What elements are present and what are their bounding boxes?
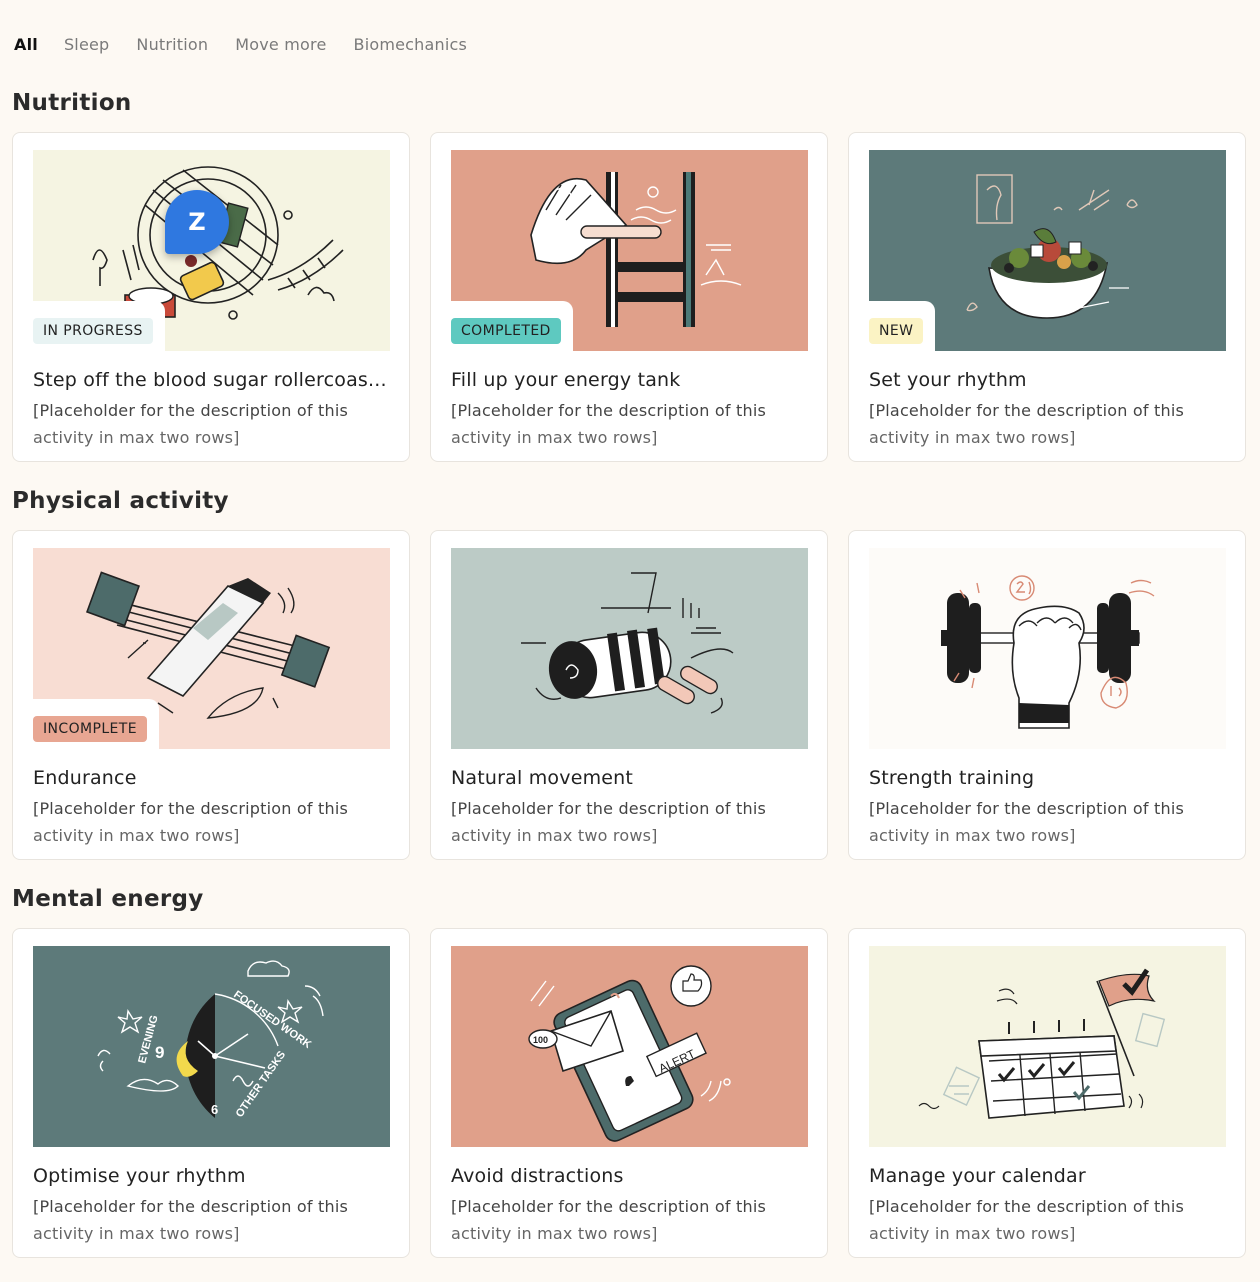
badge-container: IN PROGRESS <box>33 301 165 351</box>
card-description-line1: [Placeholder for the description of this <box>451 401 766 420</box>
status-badge: IN PROGRESS <box>33 318 153 344</box>
card-description-line1: [Placeholder for the description of this <box>33 1197 348 1216</box>
tab-all[interactable]: All <box>14 35 38 54</box>
card-description-line1: [Placeholder for the description of this <box>869 1197 1184 1216</box>
card-description: [Placeholder for the description of this… <box>33 795 383 849</box>
card-title: Endurance <box>33 767 137 789</box>
card-description: [Placeholder for the description of this… <box>451 397 801 451</box>
card-description: [Placeholder for the description of this… <box>451 1193 801 1247</box>
activity-card-manage-calendar[interactable]: Manage your calendar [Placeholder for th… <box>848 928 1246 1258</box>
section-title-nutrition: Nutrition <box>12 90 132 116</box>
chat-bubble-icon[interactable]: Z <box>165 190 229 254</box>
tab-nutrition[interactable]: Nutrition <box>136 35 208 54</box>
activity-card-set-rhythm[interactable]: NEW Set your rhythm [Placeholder for the… <box>848 132 1246 462</box>
card-description-line2: activity in max two rows] <box>33 428 240 447</box>
card-title: Set your rhythm <box>869 369 1027 391</box>
card-description-line1: [Placeholder for the description of this <box>451 1197 766 1216</box>
card-description-line2: activity in max two rows] <box>451 826 658 845</box>
badge-container: NEW <box>869 301 936 351</box>
card-title: Fill up your energy tank <box>451 369 681 391</box>
activity-card-rollercoaster[interactable]: Z IN PROGRESS Step off the blood sugar r… <box>12 132 410 462</box>
tab-move-more[interactable]: Move more <box>235 35 326 54</box>
card-title: Step off the blood sugar rollercoas... <box>33 369 387 391</box>
clock-six-label: 6 <box>211 1102 218 1117</box>
card-description-line2: activity in max two rows] <box>33 1224 240 1243</box>
card-description: [Placeholder for the description of this… <box>869 1193 1219 1247</box>
card-description: [Placeholder for the description of this… <box>33 397 383 451</box>
activity-card-avoid-distractions[interactable]: 100 ALERT Avoid distractions [Placeholde… <box>430 928 828 1258</box>
card-description-line2: activity in max two rows] <box>33 826 240 845</box>
activity-card-natural-movement[interactable]: Natural movement [Placeholder for the de… <box>430 530 828 860</box>
status-badge: COMPLETED <box>451 318 561 344</box>
chat-bubble-letter: Z <box>188 208 206 236</box>
card-description-line1: [Placeholder for the description of this <box>869 799 1184 818</box>
card-description: [Placeholder for the description of this… <box>451 795 801 849</box>
tab-biomechanics[interactable]: Biomechanics <box>354 35 468 54</box>
card-description-line2: activity in max two rows] <box>869 1224 1076 1243</box>
activity-card-strength-training[interactable]: Strength training [Placeholder for the d… <box>848 530 1246 860</box>
card-title: Optimise your rhythm <box>33 1165 246 1187</box>
card-description-line1: [Placeholder for the description of this <box>33 401 348 420</box>
card-description-line1: [Placeholder for the description of this <box>451 799 766 818</box>
counter-label: 100 <box>533 1035 548 1045</box>
status-badge: INCOMPLETE <box>33 716 147 742</box>
other-tasks-label: OTHER TASKS <box>234 1049 289 1120</box>
day-clock-illustration-icon: EVENING FOCUSED WORK OTHER TASKS 9 6 <box>33 946 390 1147</box>
card-title: Avoid distractions <box>451 1165 624 1187</box>
card-title: Natural movement <box>451 767 634 789</box>
clock-nine-label: 9 <box>155 1043 164 1062</box>
badge-container: COMPLETED <box>451 301 573 351</box>
dumbbell-illustration-icon <box>869 548 1226 749</box>
status-badge: NEW <box>869 318 924 344</box>
badge-container: INCOMPLETE <box>33 699 159 749</box>
activity-card-endurance[interactable]: INCOMPLETE Endurance [Placeholder for th… <box>12 530 410 860</box>
card-description-line1: [Placeholder for the description of this <box>33 799 348 818</box>
section-title-physical-activity: Physical activity <box>12 488 229 514</box>
section-title-mental-energy: Mental energy <box>12 886 204 912</box>
card-description-line2: activity in max two rows] <box>451 1224 658 1243</box>
card-description-line1: [Placeholder for the description of this <box>869 401 1184 420</box>
card-description-line2: activity in max two rows] <box>451 428 658 447</box>
tab-sleep[interactable]: Sleep <box>64 35 109 54</box>
card-description: [Placeholder for the description of this… <box>869 795 1219 849</box>
card-description-line2: activity in max two rows] <box>869 428 1076 447</box>
calendar-illustration-icon <box>869 946 1226 1147</box>
category-tabs: All Sleep Nutrition Move more Biomechani… <box>14 35 494 54</box>
card-title: Strength training <box>869 767 1035 789</box>
activity-card-energy-tank[interactable]: COMPLETED Fill up your energy tank [Plac… <box>430 132 828 462</box>
card-title: Manage your calendar <box>869 1165 1086 1187</box>
foam-roller-illustration-icon <box>451 548 808 749</box>
phone-alert-illustration-icon: 100 ALERT <box>451 946 808 1147</box>
card-description: [Placeholder for the description of this… <box>869 397 1219 451</box>
focused-work-label: FOCUSED WORK <box>231 989 313 1051</box>
card-description-line2: activity in max two rows] <box>869 826 1076 845</box>
card-description: [Placeholder for the description of this… <box>33 1193 383 1247</box>
activity-card-optimise-rhythm[interactable]: EVENING FOCUSED WORK OTHER TASKS 9 6 Opt… <box>12 928 410 1258</box>
